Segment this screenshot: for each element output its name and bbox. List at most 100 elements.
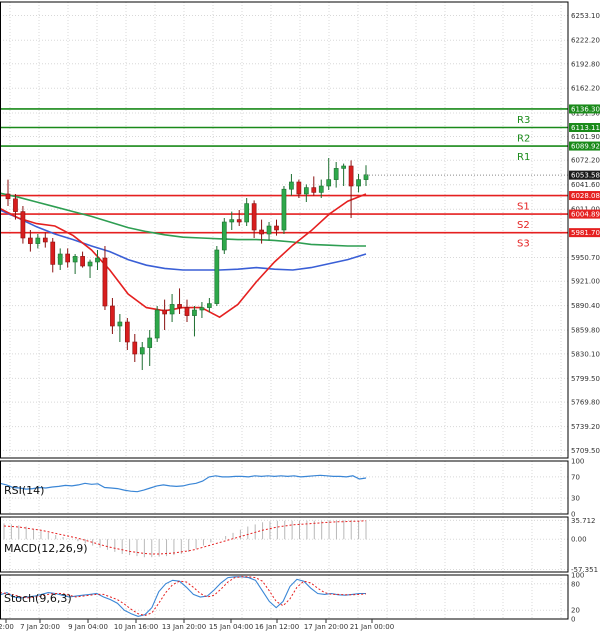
- candle-body: [87, 261, 93, 267]
- x-tick-label: 10 Jan 16:00: [114, 623, 158, 631]
- y-tick-label: 5769.80: [571, 399, 600, 407]
- candle-body: [296, 181, 302, 195]
- candle-body: [95, 257, 100, 263]
- candlestick-series: [5, 158, 568, 370]
- candle-body: [13, 198, 18, 212]
- candle-body: [192, 309, 197, 316]
- candle-body: [281, 188, 287, 231]
- x-tick-label: 15 Jan 04:00: [209, 623, 253, 631]
- panel-labels: RSI(14) MACD(12,26,9) Stoch(9,6,3): [4, 484, 88, 605]
- candle-body: [259, 229, 264, 235]
- candle-body: [311, 187, 317, 193]
- stoch-y-tick: 80: [571, 580, 580, 588]
- candle-body: [266, 225, 272, 235]
- y-tick-label: 6192.80: [571, 60, 600, 68]
- y-tick-label: 6253.10: [571, 12, 600, 20]
- candle-body: [207, 303, 212, 308]
- candle-body: [154, 309, 160, 339]
- chart-canvas: R3 R2 R1 S1 S2 S3 6253.10 6222.20 6192.80 6162.2…: [0, 1, 600, 631]
- candle-body: [214, 249, 220, 304]
- candle-body: [80, 256, 85, 267]
- price-tag-text-s2: 6004.89: [571, 211, 600, 219]
- x-tick-label: 2:00: [0, 623, 14, 631]
- candle-body: [117, 321, 123, 327]
- x-tick-label: 7 Jan 20:00: [20, 623, 60, 631]
- stoch-y-tick: 20: [571, 607, 580, 615]
- panel-frame-rsi: [0, 460, 569, 515]
- candle-body: [20, 211, 26, 239]
- macd-y-tick: 0.00: [571, 536, 587, 544]
- candle-body: [251, 203, 257, 231]
- price-tag-text-r3: 6136.30: [571, 105, 600, 113]
- candle-body: [289, 181, 294, 190]
- grid-layer: [0, 2, 568, 620]
- candle-body: [169, 304, 175, 315]
- y-tick-label: 5950.70: [571, 254, 600, 262]
- macd-label: MACD(12,26,9): [4, 542, 88, 555]
- candle-body: [28, 237, 33, 244]
- x-tick-label: 13 Jan 20:00: [162, 623, 206, 631]
- rsi-y-tick: 70: [571, 473, 580, 481]
- y-tick-label: 6072.20: [571, 157, 600, 165]
- pivot-label-r2: R2: [517, 134, 530, 145]
- candle-body: [177, 304, 182, 308]
- rsi-y-tick: 30: [571, 495, 580, 503]
- candle-body: [333, 168, 339, 180]
- stoch-y-tick: 100: [571, 572, 584, 580]
- moving-average-line-1: [0, 192, 366, 247]
- candle-body: [326, 179, 332, 187]
- y-tick-label: 5799.50: [571, 375, 600, 383]
- candle-body: [72, 256, 78, 263]
- pivot-label-s2: S2: [517, 220, 530, 231]
- candle-body: [50, 241, 56, 265]
- candle-body: [132, 341, 138, 355]
- candle-body: [348, 165, 354, 187]
- candle-body: [356, 179, 361, 187]
- pivot-label-r1: R1: [517, 152, 530, 163]
- candle-body: [318, 185, 324, 193]
- candle-body: [139, 347, 145, 355]
- price-tag-text-s3: 5981.70: [571, 229, 600, 237]
- x-tick-label: 9 Jan 04:00: [68, 623, 108, 631]
- y-tick-label: 5890.40: [571, 302, 600, 310]
- macd-y-tick: 35.712: [571, 517, 596, 525]
- candle-body: [274, 225, 279, 231]
- y-axis-labels: 6253.106222.206192.806162.206131.306101.…: [569, 12, 600, 624]
- stoch-label: Stoch(9,6,3): [4, 592, 72, 605]
- candle-body: [199, 307, 205, 311]
- pivot-label-s1: S1: [517, 202, 530, 213]
- candle-body: [42, 237, 48, 243]
- y-tick-label: 6101.90: [571, 133, 600, 141]
- candle-body: [124, 321, 130, 343]
- candle-body: [162, 309, 167, 315]
- pivot-label-r3: R3: [517, 115, 530, 126]
- x-axis-labels: 2:00 7 Jan 20:00 9 Jan 04:00 10 Jan 16:00 13…: [0, 619, 394, 631]
- stoch-y-tick: 0: [571, 616, 575, 624]
- price-tag-text-r2: 6113.11: [571, 124, 600, 132]
- candle-body: [35, 237, 41, 244]
- candle-body: [341, 165, 346, 169]
- panel-frame-stoch: [0, 574, 569, 620]
- candle-body: [229, 219, 235, 223]
- candle-body: [110, 305, 115, 327]
- x-tick-label: 17 Jan 20:00: [304, 623, 348, 631]
- candle-body: [221, 221, 227, 251]
- y-tick-label: 5830.10: [571, 350, 600, 358]
- y-tick-label: 6162.20: [571, 85, 600, 93]
- candle-body: [244, 203, 250, 223]
- candle-body: [5, 193, 11, 200]
- y-tick-label: 5859.80: [571, 327, 600, 335]
- y-tick-label: 6041.60: [571, 181, 600, 189]
- y-tick-label: 6222.20: [571, 37, 600, 45]
- current-price-text: 6053.58: [571, 172, 600, 180]
- candle-body: [184, 307, 190, 316]
- price-tag-text-s1: 6028.08: [571, 192, 600, 200]
- rsi-line: [0, 474, 367, 493]
- chart-root: R3 R2 R1 S1 S2 S3 6253.10 6222.20 6192.80 6162.2…: [0, 0, 600, 634]
- price-tag-text-r1: 6089.92: [571, 143, 600, 151]
- rsi-y-tick: 100: [571, 458, 584, 466]
- candle-body: [65, 253, 71, 263]
- pivot-label-s3: S3: [517, 239, 530, 250]
- x-tick-label: 16 Jan 12:00: [255, 623, 299, 631]
- candle-body: [57, 253, 63, 265]
